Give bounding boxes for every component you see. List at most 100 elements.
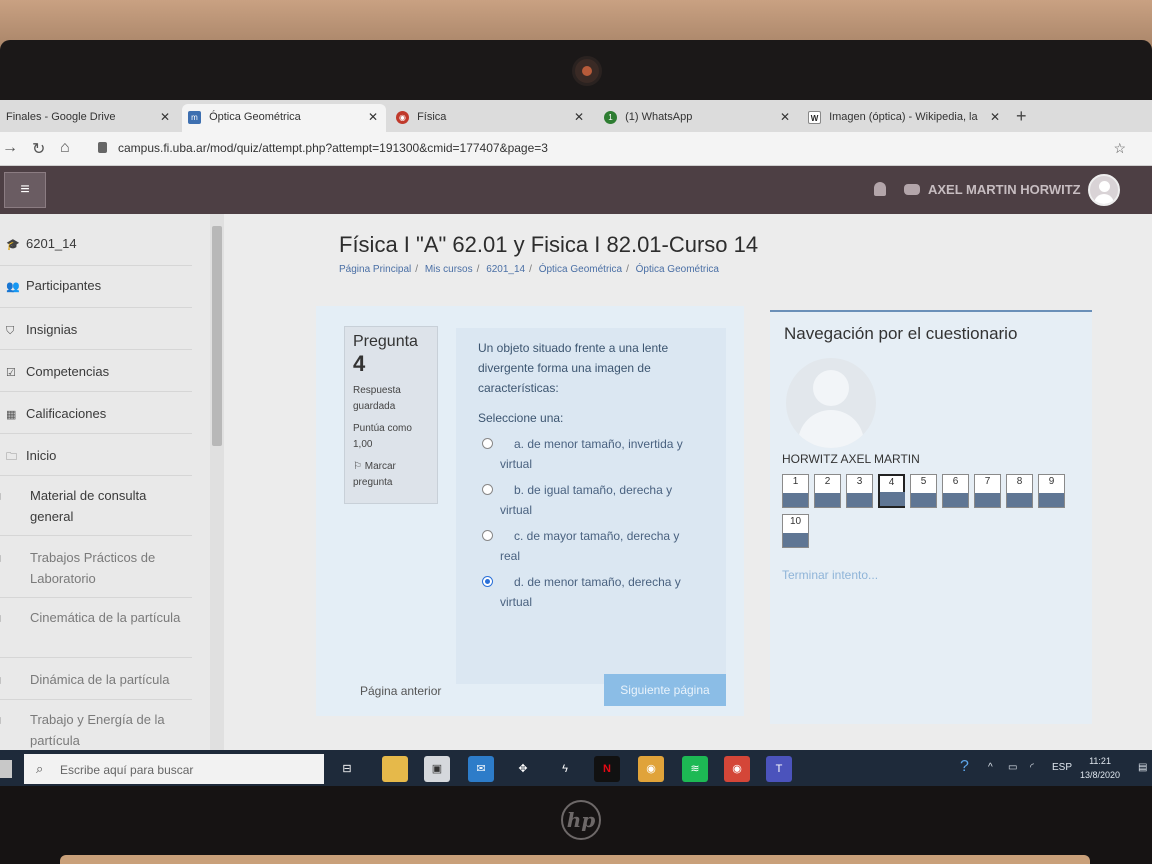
battery-icon[interactable]: ▭ bbox=[1008, 762, 1017, 773]
sidebar-item-trabajos-practicos[interactable]: 🗀Trabajos Prácticos de Laboratorio bbox=[0, 536, 192, 598]
breadcrumb-home[interactable]: Página Principal bbox=[339, 264, 411, 275]
quiz-navigation-block: Navegación por el cuestionario HORWITZ A… bbox=[770, 310, 1092, 724]
netflix-icon[interactable]: N bbox=[594, 756, 620, 782]
tab-wikipedia[interactable]: W Imagen (óptica) - Wikipedia, la ✕ bbox=[802, 104, 1008, 132]
file-explorer-icon[interactable] bbox=[382, 756, 408, 782]
language-indicator[interactable]: ESP bbox=[1052, 762, 1072, 773]
tab-whatsapp[interactable]: 1 (1) WhatsApp ✕ bbox=[598, 104, 798, 132]
menu-toggle-button[interactable]: ≡ bbox=[4, 172, 46, 208]
notifications-icon[interactable]: ▤ bbox=[1138, 762, 1147, 773]
breadcrumb-my-courses[interactable]: Mis cursos bbox=[425, 264, 473, 275]
tab-optica-geometrica[interactable]: m Óptica Geométrica ✕ bbox=[182, 104, 386, 132]
question-content: Un objeto situado frente a una lente div… bbox=[456, 328, 726, 684]
system-clock[interactable]: 11:21 13/8/2020 bbox=[1080, 754, 1120, 782]
tab-google-drive[interactable]: Finales - Google Drive ✕ bbox=[0, 104, 178, 132]
dropbox-icon[interactable]: ✥ bbox=[510, 756, 536, 782]
search-icon: ⌕ bbox=[36, 761, 44, 776]
folder-icon: 🗀 bbox=[0, 550, 24, 569]
breadcrumb-course[interactable]: 6201_14 bbox=[486, 264, 525, 275]
url-text[interactable]: campus.fi.uba.ar/mod/quiz/attempt.php?at… bbox=[118, 141, 548, 155]
sidebar-item-dinamica[interactable]: 🗀Dinámica de la partícula bbox=[0, 658, 192, 700]
answer-option-c[interactable]: c. de mayor tamaño, derecha y real bbox=[478, 526, 702, 566]
home-icon[interactable]: ⌂ bbox=[60, 139, 70, 157]
quiz-nav-button-4[interactable]: 4 bbox=[878, 474, 905, 508]
breadcrumb-quiz[interactable]: Óptica Geométrica bbox=[636, 264, 719, 275]
table-icon: ▦ bbox=[6, 409, 17, 421]
close-icon[interactable]: ✕ bbox=[160, 104, 170, 130]
radio-button-selected[interactable] bbox=[482, 576, 493, 587]
folder-icon: 🗀 bbox=[0, 488, 24, 507]
finish-attempt-link[interactable]: Terminar intento... bbox=[782, 568, 878, 582]
user-picture bbox=[786, 358, 876, 448]
sidebar-item-trabajo-energia[interactable]: 🗀Trabajo y Energía de la partícula bbox=[0, 700, 192, 750]
url-box[interactable]: campus.fi.uba.ar/mod/quiz/attempt.php?at… bbox=[90, 136, 1140, 162]
teams-icon[interactable]: T bbox=[766, 756, 792, 782]
close-icon[interactable]: ✕ bbox=[990, 104, 1000, 130]
bolt-icon[interactable]: ϟ bbox=[552, 756, 578, 782]
quiz-nav-button-6[interactable]: 6 bbox=[942, 474, 969, 508]
chrome-icon[interactable]: ◉ bbox=[638, 756, 664, 782]
user-name[interactable]: AXEL MARTIN HORWITZ bbox=[928, 182, 1081, 197]
quiz-nav-button-8[interactable]: 8 bbox=[1006, 474, 1033, 508]
help-icon[interactable]: ? bbox=[960, 758, 969, 776]
quiz-nav-button-2[interactable]: 2 bbox=[814, 474, 841, 508]
sidebar-item-competencias[interactable]: ☑ Competencias bbox=[0, 350, 192, 392]
store-icon[interactable]: ▣ bbox=[424, 756, 450, 782]
hp-logo: hp bbox=[561, 800, 601, 840]
windows-start-icon[interactable] bbox=[0, 760, 12, 778]
forward-arrow-icon[interactable]: → bbox=[2, 139, 18, 157]
sidebar-item-material[interactable]: 🗀Material de consulta general bbox=[0, 476, 192, 536]
question-status: Respuesta guardada bbox=[353, 385, 401, 412]
folder-icon: 🗀 bbox=[0, 712, 24, 731]
close-icon[interactable]: ✕ bbox=[780, 104, 790, 130]
desk-surface bbox=[60, 855, 1090, 864]
close-icon[interactable]: ✕ bbox=[574, 104, 584, 130]
user-avatar[interactable] bbox=[1088, 174, 1120, 206]
answer-option-d[interactable]: d. de menor tamaño, derecha y virtual bbox=[478, 572, 702, 612]
moodle-icon: m bbox=[188, 110, 201, 124]
new-tab-button[interactable]: + bbox=[1016, 106, 1027, 127]
quiz-nav-button-9[interactable]: 9 bbox=[1038, 474, 1065, 508]
sidebar-item-participantes[interactable]: 👥 Participantes bbox=[0, 266, 192, 308]
page-title: Física I "A" 62.01 y Fisica I 82.01-Curs… bbox=[339, 232, 759, 257]
next-page-button[interactable]: Siguiente página bbox=[604, 674, 726, 706]
tab-fisica[interactable]: ◉ Física ✕ bbox=[390, 104, 592, 132]
tray-chevron-icon[interactable]: ^ bbox=[988, 762, 993, 773]
radio-button[interactable] bbox=[482, 484, 493, 495]
folder-icon: 🗀 bbox=[0, 672, 24, 691]
scrollbar-thumb[interactable] bbox=[212, 226, 222, 446]
question-label: Pregunta bbox=[353, 333, 418, 350]
mail-icon[interactable]: ✉ bbox=[468, 756, 494, 782]
task-view-icon[interactable]: ⊟ bbox=[334, 756, 360, 782]
quiz-nav-button-3[interactable]: 3 bbox=[846, 474, 873, 508]
breadcrumb-section[interactable]: Óptica Geométrica bbox=[539, 264, 622, 275]
close-icon[interactable]: ✕ bbox=[368, 104, 378, 130]
sidebar-scrollbar[interactable] bbox=[210, 214, 224, 750]
sidebar-item-inicio[interactable]: 🗀 Inicio bbox=[0, 434, 192, 476]
wifi-icon[interactable]: ◜ bbox=[1030, 762, 1034, 773]
spotify-icon[interactable]: ≋ bbox=[682, 756, 708, 782]
radio-button[interactable] bbox=[482, 530, 493, 541]
quiz-nav-button-7[interactable]: 7 bbox=[974, 474, 1001, 508]
bookmark-star-icon[interactable]: ☆ bbox=[1113, 140, 1126, 157]
messages-icon[interactable] bbox=[904, 184, 920, 195]
answer-option-b[interactable]: b. de igual tamaño, derecha y virtual bbox=[478, 480, 702, 520]
sidebar-item-cinematica[interactable]: 🗀Cinemática de la partícula bbox=[0, 598, 192, 658]
quiz-nav-button-10[interactable]: 10 bbox=[782, 514, 809, 548]
flag-question-link[interactable]: ⚐ Marcar pregunta bbox=[353, 459, 429, 491]
quiz-nav-button-1[interactable]: 1 bbox=[782, 474, 809, 508]
taskbar-search-placeholder: Escribe aquí para buscar bbox=[60, 763, 194, 777]
radio-button[interactable] bbox=[482, 438, 493, 449]
quiz-nav-button-5[interactable]: 5 bbox=[910, 474, 937, 508]
sidebar-item-course[interactable]: 🎓 6201_14 bbox=[0, 222, 192, 266]
sidebar-item-insignias[interactable]: ⛉ Insignias bbox=[0, 308, 192, 350]
tab-title: (1) WhatsApp bbox=[625, 111, 693, 123]
reload-icon[interactable]: ↻ bbox=[32, 139, 45, 159]
taskbar-search-box[interactable]: ⌕ Escribe aquí para buscar bbox=[24, 754, 324, 784]
previous-page-button[interactable]: Página anterior bbox=[360, 684, 441, 698]
screen: Finales - Google Drive ✕ m Óptica Geomét… bbox=[0, 100, 1152, 788]
chrome-alt-icon[interactable]: ◉ bbox=[724, 756, 750, 782]
sidebar-item-calificaciones[interactable]: ▦ Calificaciones bbox=[0, 392, 192, 434]
answer-option-a[interactable]: a. de menor tamaño, invertida y virtual bbox=[478, 434, 702, 474]
notification-bell-icon[interactable] bbox=[874, 182, 886, 196]
